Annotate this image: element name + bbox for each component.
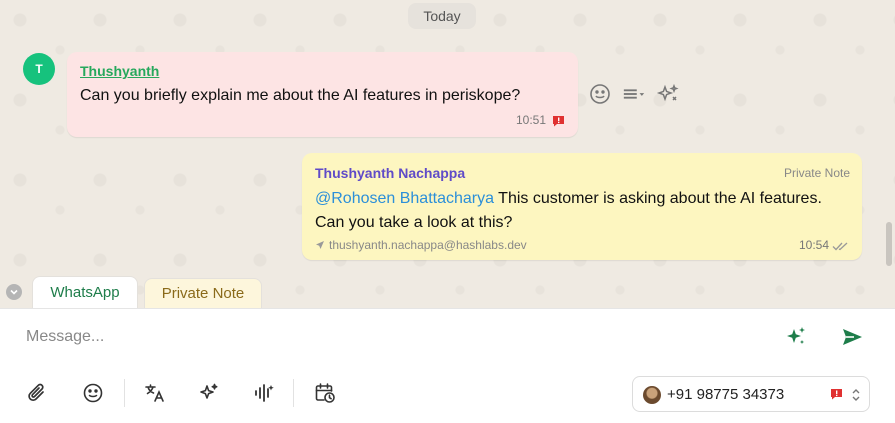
note-text: @Rohosen Bhattacharya This customer is a… [315,187,835,235]
collapse-icon[interactable] [6,284,22,300]
private-note-label: Private Note [783,166,850,180]
error-status-icon [831,389,842,400]
composer-tabs: WhatsApp Private Note [0,272,895,308]
list-menu-icon[interactable] [622,82,646,106]
smile-icon[interactable] [588,82,612,106]
translate-icon[interactable] [143,381,167,405]
phone-number: +91 98775 34373 [667,386,785,403]
note-time: 10:54 [798,238,829,252]
phone-number-select[interactable]: +91 98775 34373 [632,376,870,412]
note-sender-name: Thushyanth Nachappa [315,165,466,181]
avatar [643,386,661,404]
tab-whatsapp[interactable]: WhatsApp [32,276,138,308]
chevron-up-down-icon [852,389,860,401]
message-time: 10:51 [515,113,546,127]
ai-sparkle-icon[interactable] [784,325,808,349]
date-separator: Today [408,3,476,29]
double-check-icon [832,242,848,251]
message-input[interactable] [26,325,766,349]
composer-toolbar [0,375,620,411]
chat-area: Today T Thushyanth Can you briefly expla… [0,0,895,308]
tab-private-note[interactable]: Private Note [144,278,262,308]
error-status-icon[interactable] [552,115,565,127]
toolbar-divider [124,379,125,407]
scrollbar-thumb[interactable] [886,222,892,266]
incoming-message[interactable]: Thushyanth Can you briefly explain me ab… [67,52,578,137]
sent-arrow-icon [316,241,324,249]
message-text: Can you briefly explain me about the AI … [80,87,521,104]
voice-wave-icon[interactable] [251,381,275,405]
mention-link[interactable]: @Rohosen Bhattacharya [315,190,494,207]
schedule-icon[interactable] [313,381,337,405]
message-actions [588,82,680,106]
ai-sparkle-icon[interactable] [656,82,680,106]
ai-sparkle-icon[interactable] [197,381,221,405]
message-composer: +91 98775 34373 [0,308,895,423]
send-icon[interactable] [840,325,864,349]
emoji-icon[interactable] [81,381,105,405]
avatar[interactable]: T [23,53,55,85]
toolbar-divider [293,379,294,407]
author-email: thushyanth.nachappa@hashlabs.dev [329,238,527,252]
paperclip-icon[interactable] [25,381,49,405]
private-note-message[interactable]: Thushyanth Nachappa Private Note @Rohose… [302,153,862,260]
sender-name[interactable]: Thushyanth [80,63,159,79]
note-author: thushyanth.nachappa@hashlabs.dev [315,238,527,252]
